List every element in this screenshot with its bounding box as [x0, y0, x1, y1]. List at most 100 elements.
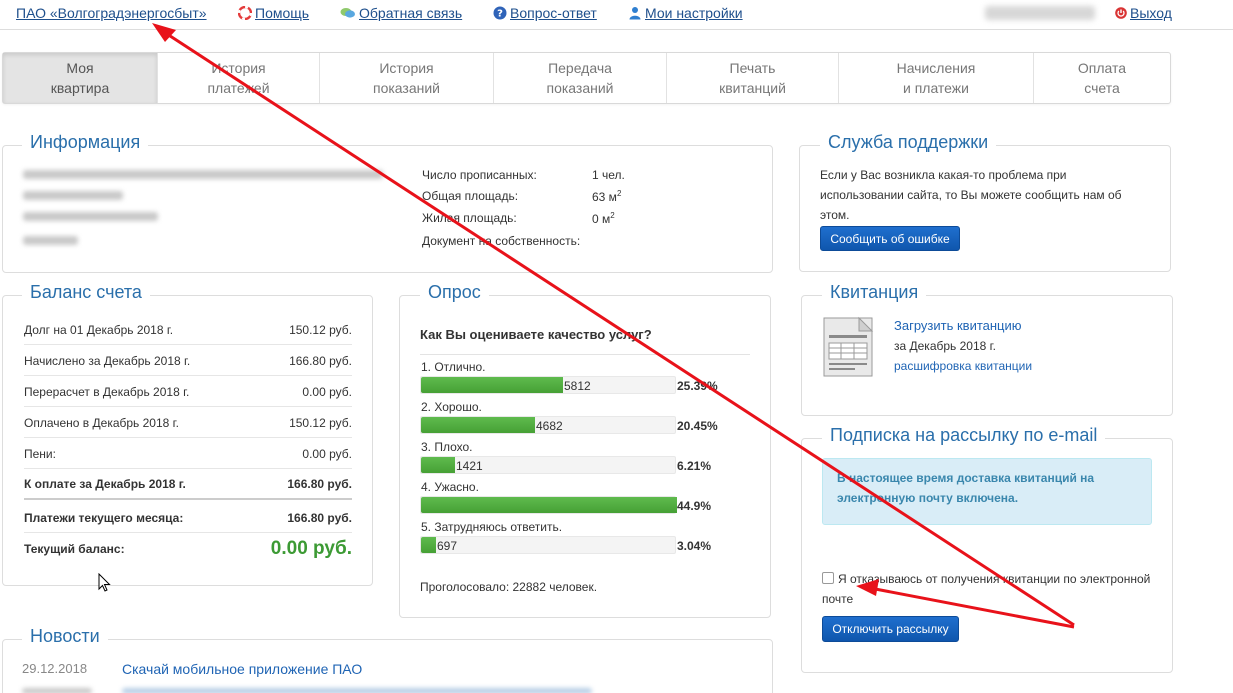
download-receipt-link[interactable]: Загрузить квитанцию [894, 318, 1022, 333]
news-link[interactable]: Скачай мобильное приложение ПАО [122, 661, 362, 677]
unsubscribe-checkbox-label[interactable]: Я отказываюсь от получения квитанции по … [822, 569, 1162, 609]
balance-title: Баланс счета [22, 282, 150, 303]
poll-bar-fill [421, 537, 436, 553]
support-title: Служба поддержки [820, 132, 997, 153]
user-icon [629, 7, 641, 20]
feedback-link-label: Обратная связь [359, 5, 463, 21]
poll-bar-track: 4682 [420, 416, 676, 434]
balance-row-value: 166.80 руб. [287, 477, 352, 491]
poll-title: Опрос [420, 282, 489, 303]
lifebuoy-icon [238, 6, 252, 20]
help-link-label: Помощь [255, 5, 310, 21]
poll-divider [420, 354, 750, 355]
question-icon: ? [493, 6, 507, 20]
mouse-cursor-icon [98, 573, 111, 592]
balance-row-value: 166.80 руб. [287, 510, 352, 525]
report-error-button[interactable]: Сообщить об ошибке [820, 226, 960, 251]
tab-readings-history[interactable]: История показаний [320, 53, 494, 103]
subscription-title: Подписка на рассылку по e-mail [822, 425, 1106, 446]
balance-row: Пени: 0.00 руб. [24, 439, 352, 469]
info-panel [2, 145, 773, 273]
poll-bar-track [420, 496, 677, 514]
balance-row: Перерасчет в Декабрь 2018 г. 0.00 руб. [24, 377, 352, 407]
tab-charges-payments[interactable]: Начисления и платежи [839, 53, 1034, 103]
total-area-number: 63 м [592, 190, 617, 204]
poll-total: Проголосовало: 22882 человек. [420, 580, 598, 594]
news-date-partial [22, 688, 92, 693]
news-link-partial [122, 688, 592, 693]
settings-link-label: Мои настройки [645, 5, 743, 21]
faq-link-label: Вопрос-ответ [510, 5, 597, 21]
balance-row-label: Долг на 01 Декабрь 2018 г. [24, 322, 174, 337]
balance-row-value: 166.80 руб. [289, 353, 352, 368]
living-area-label: Жилая площадь: [422, 211, 517, 225]
poll-bar-track: 5812 [420, 376, 676, 394]
balance-row-label: Пени: [24, 446, 56, 461]
poll-bar-count: 1421 [456, 459, 483, 473]
logout-link[interactable]: Выход [1115, 5, 1172, 21]
poll-bar-fill [421, 497, 677, 513]
balance-row-value: 150.12 руб. [289, 322, 352, 337]
feedback-link[interactable]: Обратная связь [340, 5, 462, 21]
decode-receipt-link[interactable]: расшифровка квитанции [894, 359, 1032, 373]
poll-bar-count: 697 [437, 539, 458, 553]
current-balance-value: 0.00 руб. [270, 538, 352, 559]
poll-option-label: 5. Затрудняюсь ответить. [421, 520, 563, 534]
brand-link[interactable]: ПАО «Волгоградэнергосбыт» [16, 5, 207, 21]
poll-bar-count: 4682 [536, 419, 563, 433]
document-icon [823, 316, 874, 377]
balance-row-current-payments: Платежи текущего месяца: 166.80 руб. [24, 503, 352, 533]
poll-bar-fill [421, 417, 535, 433]
svg-text:?: ? [497, 9, 503, 20]
faq-link[interactable]: ? Вопрос-ответ [493, 5, 597, 21]
redacted-owner [23, 236, 78, 245]
living-area-unit: 2 [610, 211, 615, 220]
poll-bar-count: 5812 [564, 379, 591, 393]
poll-bar-percent: 44.9% [677, 499, 712, 513]
poll-bar-track: 697 [420, 536, 676, 554]
tab-pay-bill[interactable]: Оплата счета [1034, 53, 1170, 103]
poll-bar-percent: 25.39% [677, 379, 718, 393]
poll-bar-percent: 20.45% [677, 419, 718, 433]
news-panel [2, 639, 773, 693]
tab-payment-history[interactable]: История платежей [158, 53, 320, 103]
receipt-period: за Декабрь 2018 г. [894, 339, 996, 353]
balance-row-due: К оплате за Декабрь 2018 г. 166.80 руб. [24, 470, 352, 500]
redacted-account [23, 212, 158, 221]
support-text: Если у Вас возникла какая-то проблема пр… [820, 168, 1122, 222]
top-bar: ПАО «Волгоградэнергосбыт» Помощь Обратна… [0, 0, 1233, 30]
balance-row-label: Оплачено в Декабрь 2018 г. [24, 415, 179, 430]
tab-my-apartment[interactable]: Моя квартира [3, 53, 158, 103]
balance-row-label: К оплате за Декабрь 2018 г. [24, 477, 186, 491]
poll-question: Как Вы оцениваете качество услуг? [420, 327, 652, 342]
settings-link[interactable]: Мои настройки [628, 5, 743, 21]
user-account-name [985, 6, 1095, 20]
poll-option-label: 3. Плохо. [421, 440, 473, 454]
balance-row-current: Текущий баланс: 0.00 руб. [24, 534, 352, 564]
news-title: Новости [22, 626, 108, 647]
living-area-value: 0 м2 [592, 211, 615, 226]
help-link[interactable]: Помощь [238, 5, 309, 21]
receipt-title: Квитанция [822, 282, 927, 303]
balance-row: Начислено за Декабрь 2018 г. 166.80 руб. [24, 346, 352, 376]
poll-option-label: 2. Хорошо. [421, 400, 482, 414]
redacted-address [23, 170, 383, 179]
balance-row-label: Перерасчет в Декабрь 2018 г. [24, 384, 190, 399]
logout-icon [1115, 7, 1127, 19]
poll-bar-track: 1421 [420, 456, 676, 474]
total-area-unit: 2 [616, 189, 622, 198]
balance-row: Оплачено в Декабрь 2018 г. 150.12 руб. [24, 408, 352, 438]
registered-label: Число прописанных: [422, 168, 537, 182]
poll-bar-percent: 3.04% [677, 539, 712, 553]
living-area-number: 0 м [592, 212, 611, 226]
main-nav: Моя квартира История платежей История по… [2, 52, 1171, 104]
disable-subscription-button[interactable]: Отключить рассылку [822, 616, 959, 642]
tab-print-receipts[interactable]: Печать квитанций [667, 53, 839, 103]
subscription-notice: В настоящее время доставка квитанций на … [822, 458, 1152, 525]
poll-bar-percent: 6.21% [677, 459, 712, 473]
total-area-value: 63 м2 [592, 189, 621, 204]
chat-icon [340, 8, 355, 18]
poll-option-label: 1. Отлично. [421, 360, 486, 374]
balance-row-label: Платежи текущего месяца: [24, 510, 184, 525]
tab-submit-readings[interactable]: Передача показаний [494, 53, 667, 103]
